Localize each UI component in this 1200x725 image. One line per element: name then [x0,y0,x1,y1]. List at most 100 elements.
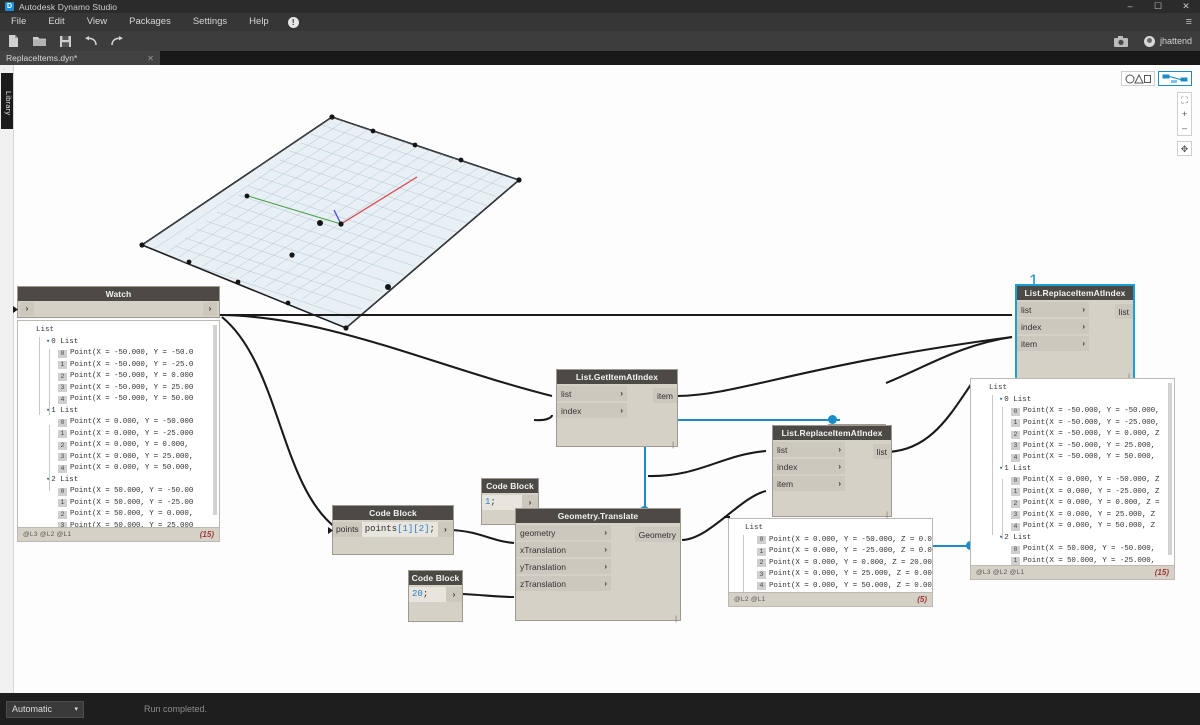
watch-right-group-label[interactable]: ▾1 List [975,464,1170,476]
port-label: geometry [516,528,555,538]
item-text: Point(X = -50.000, Y = -25.000, [1023,418,1159,430]
node-list-replaceitematindex-mid[interactable]: List.ReplaceItemAtIndex list › index › i… [772,425,892,517]
item-index: 3 [1011,511,1020,519]
watch-left-group-label[interactable]: ▾1 List [22,406,215,418]
watch-right-group-label[interactable]: ▾0 List [975,395,1170,407]
port-chevron-icon: › [1082,305,1089,314]
graph-view-toggle[interactable] [1158,71,1192,86]
zoom-in-button[interactable]: + [1182,107,1187,121]
port-index[interactable]: index › [557,403,627,418]
redo-button[interactable] [104,31,130,51]
watch-left-preview[interactable]: List ▾0 List 0Point(X = -50.000, Y = -50… [17,320,220,542]
item-index: 0 [58,419,67,427]
item-text: Point(X = -50.000, Y = 50.00 [70,394,193,406]
maximize-button[interactable]: ☐ [1144,0,1172,13]
codeblock-input-label[interactable]: points [333,522,362,537]
port-xtranslation[interactable]: xTranslation › [516,542,611,557]
port-ztranslation[interactable]: zTranslation › [516,576,611,591]
codeblock-out-port[interactable]: › [438,522,453,537]
watch-mid-preview[interactable]: List 0Point(X = 0.000, Y = -50.000, Z = … [728,518,933,607]
tab-close-icon[interactable]: ✕ [147,54,154,63]
watch-right-group-label[interactable]: ▾2 List [975,533,1170,545]
zoom-out-button[interactable]: – [1182,121,1187,135]
undo-button[interactable] [78,31,104,51]
item-text: Point(X = 0.000, Y = -25.000, Z [1023,487,1159,499]
port-list[interactable]: list › [1017,302,1089,317]
new-file-button[interactable] [0,31,26,51]
port-index[interactable]: index › [773,459,845,474]
user-account[interactable]: jhattend [1144,36,1192,47]
watch-left-group-label[interactable]: ▾0 List [22,337,215,349]
item-index: 1 [58,430,67,438]
port-index[interactable]: index › [1017,319,1089,334]
watch-right-scrollbar[interactable] [1168,383,1172,555]
codeblock-out-port[interactable]: › [446,587,462,602]
minimize-button[interactable]: – [1116,0,1144,13]
port-item[interactable]: item › [773,476,845,491]
geometry-view-toggle[interactable] [1121,71,1155,86]
item-text: Point(X = -50.000, Y = 25.00 [70,383,193,395]
watch-out-port[interactable]: › [203,302,217,316]
node-resize-grip[interactable]: | [672,442,674,449]
menu-item-file[interactable]: File [0,13,37,31]
port-out-item[interactable]: item [653,388,677,403]
collapse-caret-icon[interactable]: ▾ [999,395,1003,407]
graph-workspace[interactable]: › Library [0,65,1200,693]
tree-rail [49,349,50,415]
port-ytranslation[interactable]: yTranslation › [516,559,611,574]
save-file-button[interactable] [52,31,78,51]
node-resize-grip[interactable]: | [675,616,677,623]
port-label: list [773,445,787,455]
node-title: Code Block [482,479,538,493]
list-item: 0Point(X = -50.000, Y = -50.0 [22,348,215,360]
item-index: 1 [58,361,67,369]
item-text: Point(X = -50.000, Y = -50.0 [70,348,193,360]
port-list[interactable]: list › [773,442,845,457]
watch-in-port[interactable]: › [20,302,34,316]
pan-tool-button[interactable]: ✥ [1177,141,1192,156]
hamburger-icon[interactable]: ≡ [1186,16,1192,28]
menu-item-settings[interactable]: Settings [182,13,238,31]
port-chevron-icon: › [620,389,627,398]
port-list[interactable]: list › [557,386,627,401]
node-geometry-translate[interactable]: Geometry.Translate geometry › xTranslati… [515,508,681,621]
node-list-getitematindex[interactable]: List.GetItemAtIndex list › index › item … [556,369,678,447]
group-label: 0 List [1004,395,1031,407]
menu-item-packages[interactable]: Packages [118,13,182,31]
camera-icon[interactable] [1108,31,1134,51]
watch-left-scrollbar[interactable] [213,325,217,515]
node-title: Geometry.Translate [516,509,680,523]
node-codeblock-points[interactable]: Code Block points points[1][2]; › [332,505,454,555]
item-index: 3 [1011,442,1020,450]
menu-item-edit[interactable]: Edit [37,13,75,31]
port-out-geometry[interactable]: Geometry [635,527,680,542]
node-watch[interactable]: Watch › › [17,286,220,318]
port-item[interactable]: item › [1017,336,1089,351]
toolbar-right-group: jhattend [1108,31,1200,51]
port-chevron-icon: › [604,562,611,571]
node-codeblock-20[interactable]: Code Block 20; › [408,570,463,622]
item-index: 0 [1011,546,1020,554]
port-out-list[interactable]: list [1115,304,1133,319]
watch-input-connector[interactable] [13,306,18,313]
codeblock-code[interactable]: points[1][2]; [362,522,438,537]
menu-item-help[interactable]: Help [238,13,280,31]
item-text: Point(X = 50.000, Y = 0.000, [70,509,193,521]
codeblock-code[interactable]: 20; [409,587,446,602]
port-out-list[interactable]: list [873,444,891,459]
watch-left-group-label[interactable]: ▾2 List [22,475,215,487]
run-mode-dropdown[interactable]: Automatic ▾ [6,701,84,718]
notification-icon[interactable]: ! [288,17,299,28]
open-file-button[interactable] [26,31,52,51]
menu-item-view[interactable]: View [76,13,118,31]
node-watch-title: Watch [18,287,219,301]
node-list-replaceitematindex-top[interactable]: List.ReplaceItemAtIndex list › index › i… [1015,284,1135,380]
close-button[interactable]: ✕ [1172,0,1200,13]
library-panel-collapsed[interactable]: › Library [0,65,14,693]
tab-replaceitems[interactable]: ReplaceItems.dyn* ✕ [0,51,160,65]
port-geometry[interactable]: geometry › [516,525,611,540]
collapse-caret-icon[interactable]: ▾ [46,337,50,349]
fit-to-screen-icon[interactable]: ⛶ [1181,93,1187,107]
watch-right-preview[interactable]: List ▾0 List 0Point(X = -50.000, Y = -50… [970,378,1175,580]
port-chevron-icon: › [620,406,627,415]
